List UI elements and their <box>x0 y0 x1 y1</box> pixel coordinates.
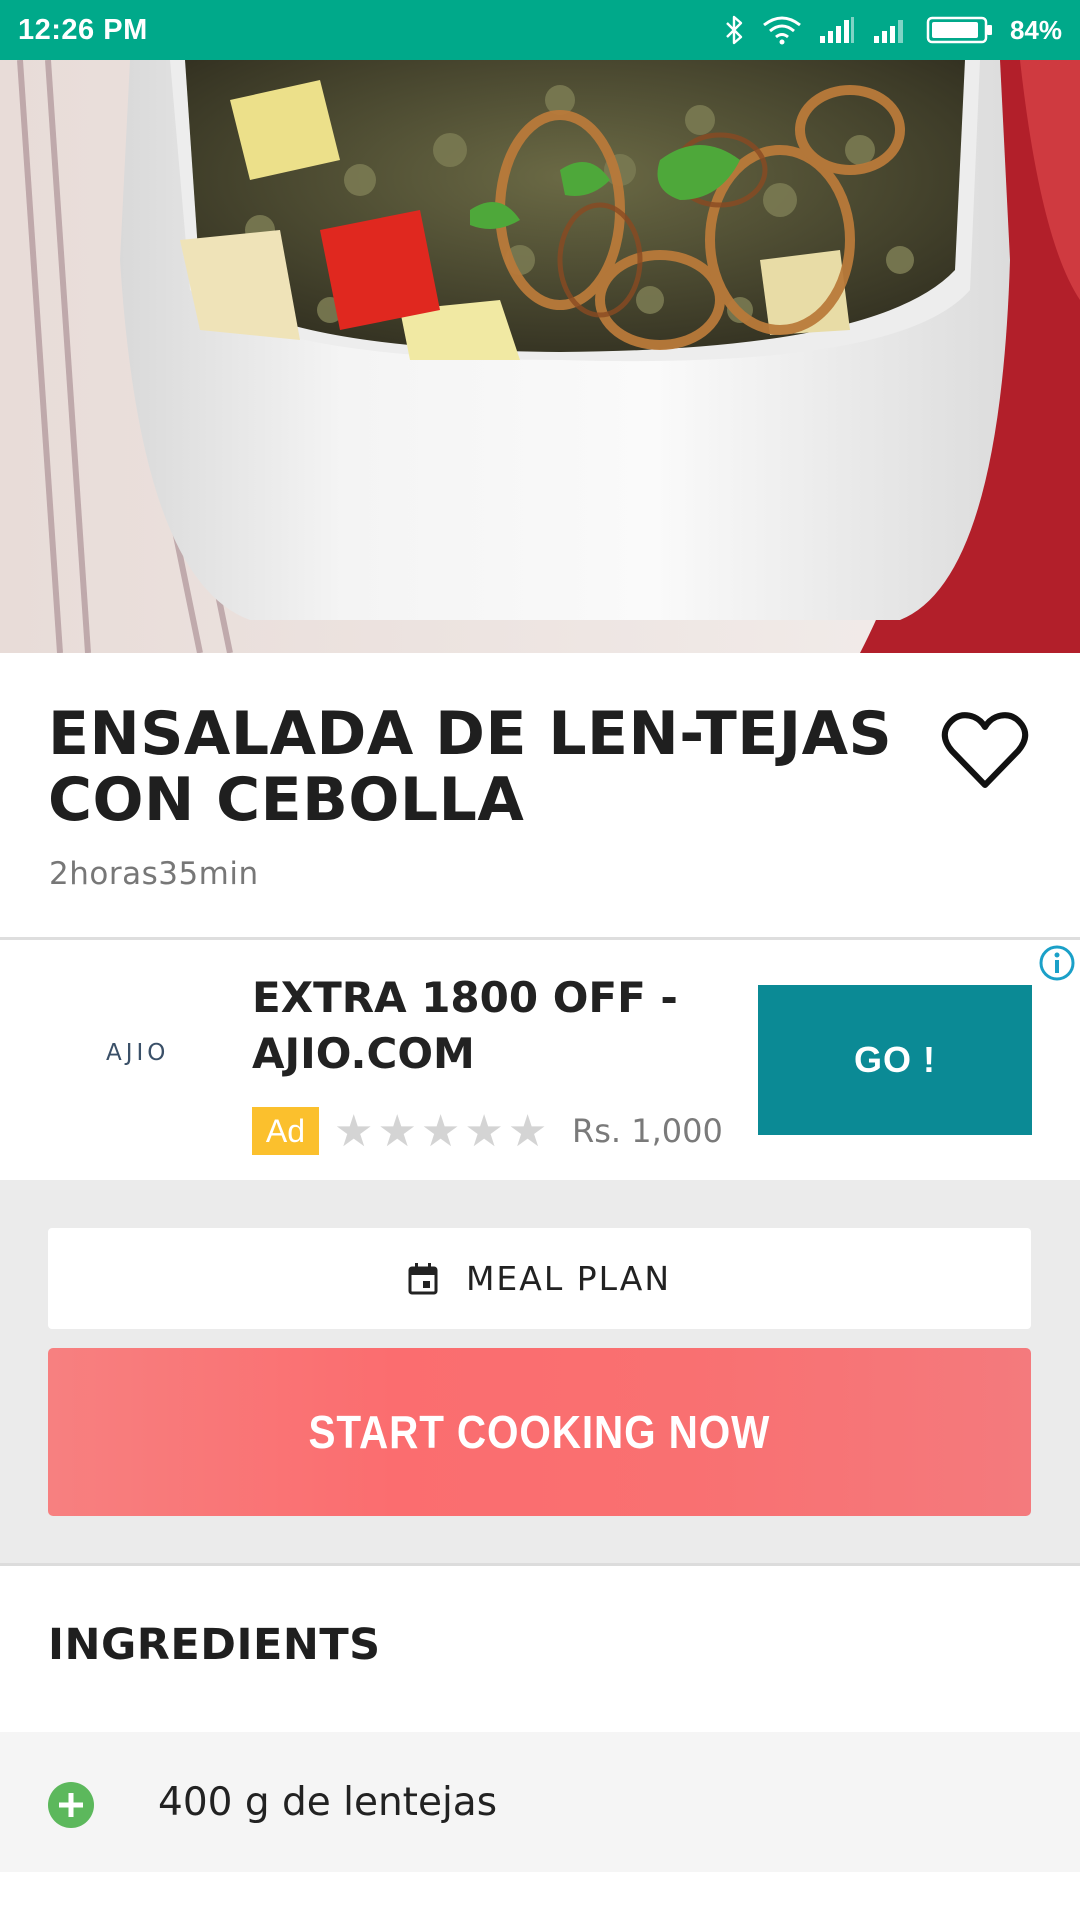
wifi-icon <box>763 16 801 45</box>
recipe-title: ENSALADA DE LEN-TEJAS CON CEBOLLA <box>48 699 893 835</box>
ad-brand-logo: AJIO <box>106 1040 170 1066</box>
star-icon: ★ <box>420 1107 461 1156</box>
signal-icon <box>819 17 854 43</box>
recipe-duration: 2horas35min <box>49 856 259 892</box>
star-icon: ★ <box>377 1107 417 1156</box>
heart-icon <box>941 712 1029 788</box>
add-circle-icon[interactable] <box>48 1782 94 1828</box>
meal-plan-label: MEAL PLAN <box>465 1259 672 1298</box>
divider <box>0 1563 1080 1566</box>
star-icon: ★ <box>334 1107 374 1156</box>
bluetooth-icon <box>726 15 743 45</box>
recipe-actions: MEAL PLAN START COOKING NOW <box>0 1180 1080 1565</box>
calendar-icon <box>408 1262 438 1294</box>
start-cooking-button[interactable]: START COOKING NOW <box>48 1348 1031 1516</box>
signal-icon <box>873 20 903 43</box>
status-icons: 84% <box>724 14 1062 46</box>
status-bar: 12:26 PM 84% <box>0 0 1080 60</box>
star-icon: ★ <box>464 1107 504 1156</box>
status-time: 12:26 PM <box>18 13 148 46</box>
battery-icon <box>926 16 992 44</box>
recipe-header: ENSALADA DE LEN-TEJAS CON CEBOLLA 2horas… <box>0 653 1080 938</box>
star-icon: ★ <box>507 1107 548 1156</box>
favorite-button[interactable] <box>940 709 1030 793</box>
ingredients-heading: INGREDIENTS <box>48 1620 381 1670</box>
start-cooking-label: START COOKING NOW <box>308 1406 771 1458</box>
battery-percent: 84% <box>1009 14 1062 45</box>
meal-plan-button[interactable]: MEAL PLAN <box>48 1228 1031 1329</box>
ad-badge: Ad <box>252 1107 319 1155</box>
ingredient-text: 400 g de lentejas <box>158 1780 498 1825</box>
ad-headline[interactable]: EXTRA 1800 OFF - AJIO.COM <box>252 970 722 1082</box>
ad-go-button[interactable]: GO ! <box>758 985 1032 1135</box>
ad-banner[interactable]: AJIO EXTRA 1800 OFF - AJIO.COM Ad ★ ★ ★ … <box>0 940 1080 1180</box>
recipe-hero-image <box>0 60 1080 653</box>
ad-price: Rs. 1,000 <box>572 1112 723 1150</box>
ad-rating-stars: ★ ★ ★ ★ ★ <box>334 1110 547 1154</box>
ad-info-icon[interactable] <box>1038 944 1076 982</box>
ingredient-item[interactable]: 400 g de lentejas <box>0 1732 1080 1872</box>
